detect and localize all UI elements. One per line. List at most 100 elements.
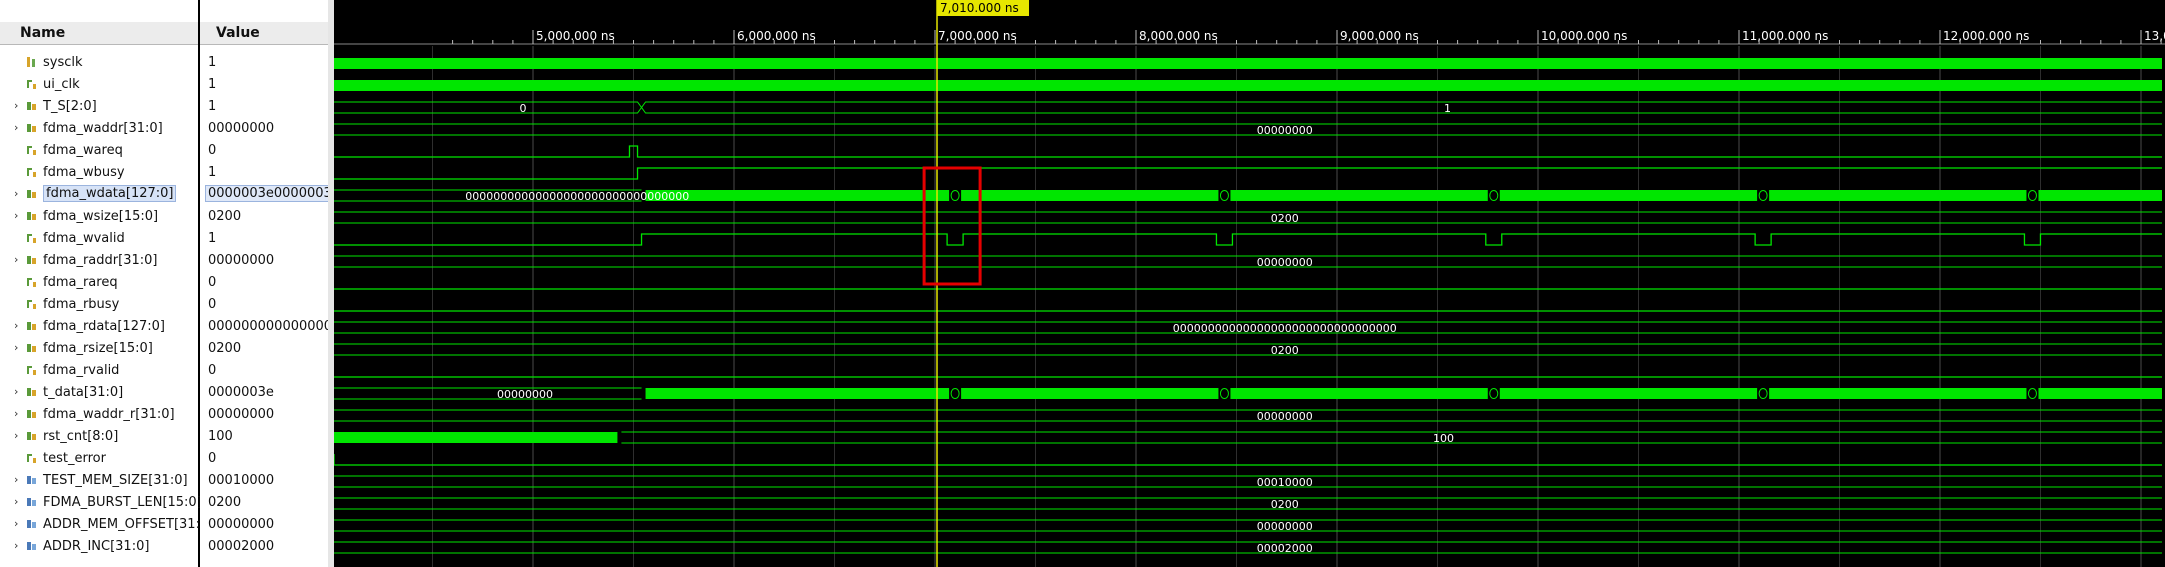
- signal-row-2[interactable]: › T_S[2:0]: [0, 96, 198, 118]
- signal-value-text: 0200: [208, 495, 242, 510]
- signal-row-8[interactable]: fdma_wvalid: [0, 228, 198, 250]
- signal-value-0[interactable]: 1: [200, 52, 328, 74]
- signal-value-4[interactable]: 0: [200, 140, 328, 162]
- signal-row-4[interactable]: fdma_wareq: [0, 140, 198, 162]
- waveform-20[interactable]: 0200: [334, 497, 2162, 511]
- expand-chevron-icon[interactable]: ›: [14, 495, 18, 508]
- signal-value-9[interactable]: 00000000: [200, 250, 328, 272]
- name-column-header[interactable]: Name: [0, 22, 198, 45]
- waveform-15[interactable]: 00000000: [334, 387, 2162, 401]
- signal-row-21[interactable]: › ADDR_MEM_OFFSET[31:0]: [0, 514, 213, 536]
- signal-value-19[interactable]: 00010000: [200, 470, 328, 492]
- expand-chevron-icon[interactable]: ›: [14, 429, 18, 442]
- bus-value-label: 00000000000000000000000000000000: [1173, 322, 1397, 335]
- signal-value-2[interactable]: 1: [200, 96, 328, 118]
- signal-value-text: 0: [208, 143, 217, 158]
- waveform-1[interactable]: [334, 80, 2162, 91]
- waveform-9[interactable]: 00000000: [334, 255, 2162, 269]
- expand-chevron-icon[interactable]: ›: [14, 539, 18, 552]
- signal-row-22[interactable]: › ADDR_INC[31:0]: [0, 536, 198, 558]
- signal-row-6[interactable]: › fdma_wdata[127:0]: [0, 184, 198, 206]
- expand-chevron-icon[interactable]: ›: [14, 99, 18, 112]
- waveform-canvas[interactable]: 5,000.000 ns 6,000.000 ns 7,000.000 ns 8,00…: [334, 0, 2165, 567]
- time-ruler[interactable]: 5,000.000 ns 6,000.000 ns 7,000.000 ns 8,00…: [334, 29, 2165, 45]
- waveform-6[interactable]: 00000000000000000000000000000000: [334, 189, 2162, 203]
- expand-chevron-icon[interactable]: ›: [14, 187, 18, 200]
- signal-row-5[interactable]: fdma_wbusy: [0, 162, 198, 184]
- signal-name-panel: Name sysclk ui_clk › T_S[2:0] › fdma_waddr[31…: [0, 0, 213, 567]
- waveform-17[interactable]: 100: [334, 431, 2162, 445]
- signal-value-13[interactable]: 0200: [200, 338, 328, 360]
- waveform-5[interactable]: [334, 167, 2162, 180]
- waveform-22[interactable]: 00002000: [334, 541, 2162, 555]
- signal-value-1[interactable]: 1: [200, 74, 328, 96]
- signal-value-16[interactable]: 00000000: [200, 404, 328, 426]
- cursor-time-label: 7,010.000 ns: [940, 1, 1019, 15]
- signal-value-7[interactable]: 0200: [200, 206, 328, 228]
- signal-value-12[interactable]: 000000000000000: [200, 316, 328, 338]
- signal-value-3[interactable]: 00000000: [200, 118, 328, 140]
- signal-row-9[interactable]: › fdma_raddr[31:0]: [0, 250, 198, 272]
- signal-value-20[interactable]: 0200: [200, 492, 328, 514]
- signal-row-14[interactable]: fdma_rvalid: [0, 360, 198, 382]
- waveform-2[interactable]: 01: [334, 101, 2162, 115]
- waveform-8[interactable]: [334, 233, 2162, 246]
- signal-row-17[interactable]: › rst_cnt[8:0]: [0, 426, 198, 448]
- waveform-18[interactable]: [334, 454, 2162, 466]
- waveform-13[interactable]: 0200: [334, 343, 2162, 357]
- signal-row-1[interactable]: ui_clk: [0, 74, 198, 96]
- waveform-4[interactable]: [334, 145, 2162, 158]
- signal-value-text: 0200: [208, 341, 242, 356]
- signal-row-18[interactable]: test_error: [0, 448, 198, 470]
- signal-row-0[interactable]: sysclk: [0, 52, 198, 74]
- signal-row-19[interactable]: › TEST_MEM_SIZE[31:0]: [0, 470, 198, 492]
- signal-value-panel: Value 1 1 1 00000000 0 1 0000003e0000003 0200 1 0…: [200, 0, 328, 567]
- waveform-19[interactable]: 00010000: [334, 475, 2162, 489]
- bit-signal-icon: [27, 234, 36, 243]
- waveform-3[interactable]: 00000000: [334, 123, 2162, 137]
- waveform-12[interactable]: 00000000000000000000000000000000: [334, 321, 2162, 335]
- signal-value-15[interactable]: 0000003e: [200, 382, 328, 404]
- signal-row-20[interactable]: › FDMA_BURST_LEN[15:0]: [0, 492, 202, 514]
- signal-value-10[interactable]: 0: [200, 272, 328, 294]
- signal-name: fdma_wbusy: [43, 165, 125, 180]
- signal-name: T_S[2:0]: [43, 99, 97, 114]
- expand-chevron-icon[interactable]: ›: [14, 407, 18, 420]
- expand-chevron-icon[interactable]: ›: [14, 121, 18, 134]
- expand-chevron-icon[interactable]: ›: [14, 319, 18, 332]
- expand-chevron-icon[interactable]: ›: [14, 253, 18, 266]
- expand-chevron-icon[interactable]: ›: [14, 209, 18, 222]
- signal-value-8[interactable]: 1: [200, 228, 328, 250]
- bus-value-label: 100: [1433, 432, 1454, 445]
- signal-value-11[interactable]: 0: [200, 294, 328, 316]
- waveform-7[interactable]: 0200: [334, 211, 2162, 225]
- signal-row-10[interactable]: fdma_rareq: [0, 272, 198, 294]
- signal-row-12[interactable]: › fdma_rdata[127:0]: [0, 316, 198, 338]
- signal-row-3[interactable]: › fdma_waddr[31:0]: [0, 118, 198, 140]
- signal-value-18[interactable]: 0: [200, 448, 328, 470]
- expand-chevron-icon[interactable]: ›: [14, 341, 18, 354]
- signal-value-5[interactable]: 1: [200, 162, 328, 184]
- waveform-21[interactable]: 00000000: [334, 519, 2162, 533]
- expand-chevron-icon[interactable]: ›: [14, 473, 18, 486]
- signal-value-21[interactable]: 00000000: [200, 514, 328, 536]
- signal-value-text: 0000003e0000003: [205, 185, 328, 202]
- signal-value-22[interactable]: 00002000: [200, 536, 328, 558]
- value-column-header[interactable]: Value: [200, 22, 328, 45]
- signal-row-16[interactable]: › fdma_waddr_r[31:0]: [0, 404, 198, 426]
- signal-row-13[interactable]: › fdma_rsize[15:0]: [0, 338, 198, 360]
- waveform-16[interactable]: 00000000: [334, 409, 2162, 423]
- expand-chevron-icon[interactable]: ›: [14, 385, 18, 398]
- signal-value-14[interactable]: 0: [200, 360, 328, 382]
- signal-row-11[interactable]: fdma_rbusy: [0, 294, 198, 316]
- signal-value-6[interactable]: 0000003e0000003: [200, 184, 328, 206]
- bus-value-label: 00010000: [1257, 476, 1313, 489]
- signal-row-7[interactable]: › fdma_wsize[15:0]: [0, 206, 198, 228]
- signal-row-15[interactable]: › t_data[31:0]: [0, 382, 198, 404]
- signal-value-17[interactable]: 100: [200, 426, 328, 448]
- signal-name: fdma_wsize[15:0]: [43, 209, 159, 224]
- waveform-0[interactable]: [334, 58, 2162, 69]
- expand-chevron-icon[interactable]: ›: [14, 517, 18, 530]
- ruler-label: 11,000.000 ns: [1742, 29, 1828, 43]
- bus-value-label: 00000000: [1257, 410, 1313, 423]
